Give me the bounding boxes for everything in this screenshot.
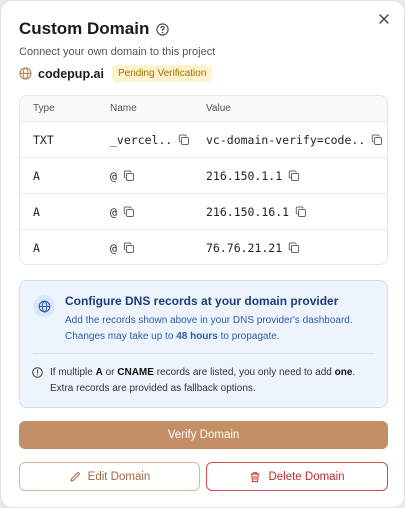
- modal-header: Custom Domain Connect your own domain to…: [19, 19, 215, 58]
- modal-title: Custom Domain: [19, 19, 150, 38]
- dns-info-panel: Configure DNS records at your domain pro…: [19, 280, 388, 408]
- copy-icon[interactable]: [123, 206, 135, 218]
- record-value-cell: 216.150.1.1: [206, 169, 300, 183]
- trash-icon: [249, 471, 261, 483]
- record-value: 76.76.21.21: [206, 241, 283, 255]
- dns-records-table: Type Name Value TXT _vercel.. vc-domain-…: [19, 95, 388, 265]
- table-header: Type Name Value: [20, 96, 387, 122]
- copy-icon[interactable]: [178, 134, 190, 146]
- record-type: A: [33, 204, 40, 219]
- column-header-value: Value: [206, 103, 231, 114]
- note-text-part: If multiple: [50, 367, 96, 378]
- record-name-cell: _vercel..: [110, 133, 190, 147]
- note-text-bold: A: [95, 367, 103, 378]
- table-row: A @ 216.150.16.1: [20, 194, 387, 230]
- modal-subtitle: Connect your own domain to this project: [19, 46, 216, 58]
- record-name: @: [110, 168, 117, 183]
- close-icon[interactable]: [376, 11, 392, 27]
- copy-icon[interactable]: [295, 206, 307, 218]
- delete-domain-button[interactable]: Delete Domain: [206, 462, 388, 491]
- column-header-name: Name: [110, 103, 137, 114]
- info-text-bold: 48 hours: [176, 331, 218, 342]
- record-value-cell: 216.150.16.1: [206, 205, 307, 219]
- record-type: A: [33, 168, 40, 183]
- record-type: A: [33, 241, 40, 255]
- info-circle-icon: [32, 367, 43, 378]
- table-row: A @ 76.76.21.21: [20, 230, 387, 264]
- record-value: 216.150.1.1: [206, 168, 283, 183]
- note-text-part: records are listed, you only need to add: [153, 367, 335, 378]
- edit-domain-label: Edit Domain: [87, 470, 151, 483]
- info-text-part: to propagate.: [217, 331, 280, 342]
- delete-domain-label: Delete Domain: [268, 470, 345, 483]
- column-header-type: Type: [33, 103, 55, 114]
- pencil-icon: [69, 471, 81, 483]
- copy-icon[interactable]: [288, 170, 300, 182]
- note-text-bold: one: [334, 367, 353, 378]
- domain-status-row: codepup.ai Pending Verification: [19, 65, 213, 82]
- globe-icon: [19, 67, 32, 80]
- table-row: TXT _vercel.. vc-domain-verify=code..: [20, 122, 387, 158]
- copy-icon[interactable]: [288, 242, 300, 254]
- custom-domain-modal: Custom Domain Connect your own domain to…: [0, 0, 405, 508]
- copy-icon[interactable]: [371, 134, 383, 146]
- copy-icon[interactable]: [123, 170, 135, 182]
- record-value: vc-domain-verify=code..: [206, 132, 366, 147]
- note-text-part: or: [102, 367, 118, 378]
- info-title: Configure DNS records at your domain pro…: [65, 294, 339, 308]
- record-name: @: [110, 204, 117, 219]
- info-note: If multiple A or CNAME records are liste…: [32, 365, 377, 397]
- record-value: 216.150.16.1: [206, 204, 290, 219]
- note-text: If multiple A or CNAME records are liste…: [32, 365, 377, 397]
- record-name-cell: @: [110, 169, 135, 183]
- domain-name: codepup.ai: [38, 66, 104, 81]
- note-text-bold: CNAME: [117, 367, 154, 378]
- record-name: @: [110, 241, 117, 255]
- globe-icon: [33, 295, 55, 317]
- record-name-cell: @: [110, 241, 135, 255]
- record-name: _vercel..: [110, 132, 173, 147]
- table-row: A @ 216.150.1.1: [20, 158, 387, 194]
- record-value-cell: 76.76.21.21: [206, 241, 300, 255]
- status-badge: Pending Verification: [111, 65, 213, 82]
- info-description: Add the records shown above in your DNS …: [65, 313, 380, 345]
- edit-domain-button[interactable]: Edit Domain: [19, 462, 200, 491]
- copy-icon[interactable]: [123, 242, 135, 254]
- record-value-cell: vc-domain-verify=code..: [206, 133, 383, 147]
- verify-domain-button[interactable]: Verify Domain: [19, 421, 388, 449]
- divider: [33, 353, 374, 354]
- record-name-cell: @: [110, 205, 135, 219]
- record-type: TXT: [33, 132, 54, 147]
- help-circle-icon[interactable]: [156, 22, 169, 36]
